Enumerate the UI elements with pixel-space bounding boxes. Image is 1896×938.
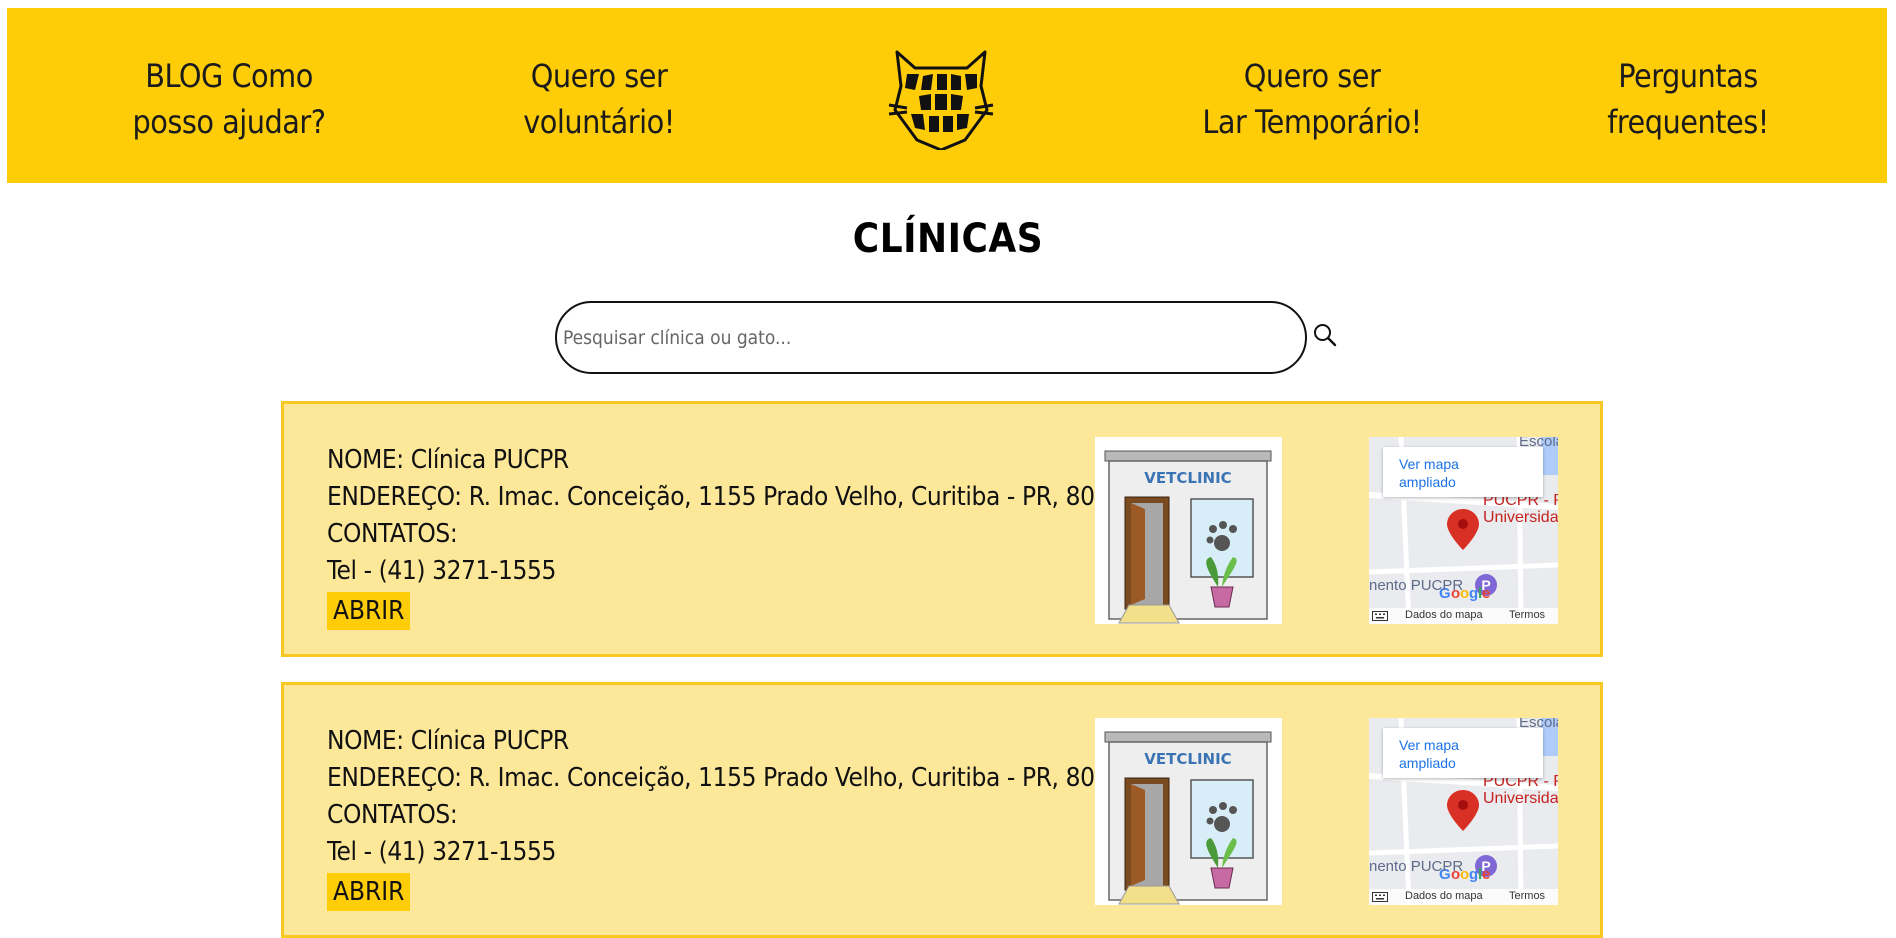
clinic-phone: Tel - (41) 3271-1555 [327,556,556,586]
nav-faq-line-2: frequentes! [1607,103,1769,141]
keyboard-icon[interactable] [1372,892,1388,902]
clinic-address: ENDEREÇO: R. Imac. Conceição, 1155 Prado… [327,482,1190,512]
map-data-link[interactable]: Dados do mapa [1405,609,1483,621]
map-terms-link[interactable]: Termos [1509,890,1545,902]
map-embed[interactable]: P G o o g l e Escola PUCPR - P Universid… [1369,437,1558,624]
map-place-label: PUCPR - P Universidad [1483,773,1558,807]
vet-clinic-illustration: VETCLINIC [1095,437,1282,624]
svg-text:g: g [1469,866,1478,883]
clinic-name: NOME: Clínica PUCPR [327,726,569,756]
site-header: BLOG Como posso ajudar? Quero ser volunt… [7,8,1887,183]
clinic-name: NOME: Clínica PUCPR [327,445,569,475]
clinic-contacts-label: CONTATOS: [327,800,458,830]
map-footer: Dados do mapa Termos [1369,608,1558,624]
page-title: CLÍNICAS [852,216,1044,262]
nav-volunteer-link[interactable]: Quero ser voluntário! [485,53,713,145]
clinic-phone: Tel - (41) 3271-1555 [327,837,556,867]
clinic-card: NOME: Clínica PUCPR ENDEREÇO: R. Imac. C… [281,682,1603,938]
map-terms-link[interactable]: Termos [1509,609,1545,621]
open-clinic-button[interactable]: ABRIR [327,592,411,630]
nav-foster-link[interactable]: Quero ser Lar Temporário! [1187,53,1437,145]
nav-blog-link[interactable]: BLOG Como posso ajudar? [115,53,343,145]
clinic-info: NOME: Clínica PUCPR ENDEREÇO: R. Imac. C… [327,723,1190,911]
view-larger-map-link[interactable]: Ver mapa ampliado [1383,728,1543,778]
svg-text:g: g [1469,585,1478,602]
nav-volunteer-line-2: voluntário! [523,103,675,141]
vetclinic-sign: VETCLINIC [1144,750,1231,768]
clinic-address: ENDEREÇO: R. Imac. Conceição, 1155 Prado… [327,763,1190,793]
cat-head-logo-icon [888,50,994,152]
svg-text:e: e [1482,866,1490,883]
search-icon[interactable] [1312,322,1338,348]
nav-foster-line-2: Lar Temporário! [1202,103,1422,141]
clinic-card: NOME: Clínica PUCPR ENDEREÇO: R. Imac. C… [281,401,1603,657]
svg-text:e: e [1482,585,1490,602]
map-embed[interactable]: P G o o g l e Escola PUCPR - P Universid… [1369,718,1558,905]
nav-faq-line-1: Perguntas [1618,57,1758,95]
clinic-info: NOME: Clínica PUCPR ENDEREÇO: R. Imac. C… [327,442,1190,630]
nav-foster-line-1: Quero ser [1243,57,1381,95]
nav-faq-link[interactable]: Perguntas frequentes! [1574,53,1802,145]
keyboard-icon[interactable] [1372,611,1388,621]
vet-clinic-illustration: VETCLINIC [1095,718,1282,905]
nav-volunteer-line-1: Quero ser [530,57,668,95]
view-larger-map-link[interactable]: Ver mapa ampliado [1383,447,1543,497]
nav-blog-line-2: posso ajudar? [132,103,326,141]
map-footer: Dados do mapa Termos [1369,889,1558,905]
clinic-contacts-label: CONTATOS: [327,519,458,549]
map-bottom-label: nento PUCPR [1369,577,1464,594]
search-input[interactable] [555,301,1307,374]
map-place-label: PUCPR - P Universidad [1483,492,1558,526]
crazy-cat-gang-logo[interactable] [885,50,997,152]
map-data-link[interactable]: Dados do mapa [1405,890,1483,902]
map-bottom-label: nento PUCPR [1369,858,1464,875]
open-clinic-button[interactable]: ABRIR [327,873,411,911]
vetclinic-sign: VETCLINIC [1144,469,1231,487]
nav-blog-line-1: BLOG Como [145,57,313,95]
